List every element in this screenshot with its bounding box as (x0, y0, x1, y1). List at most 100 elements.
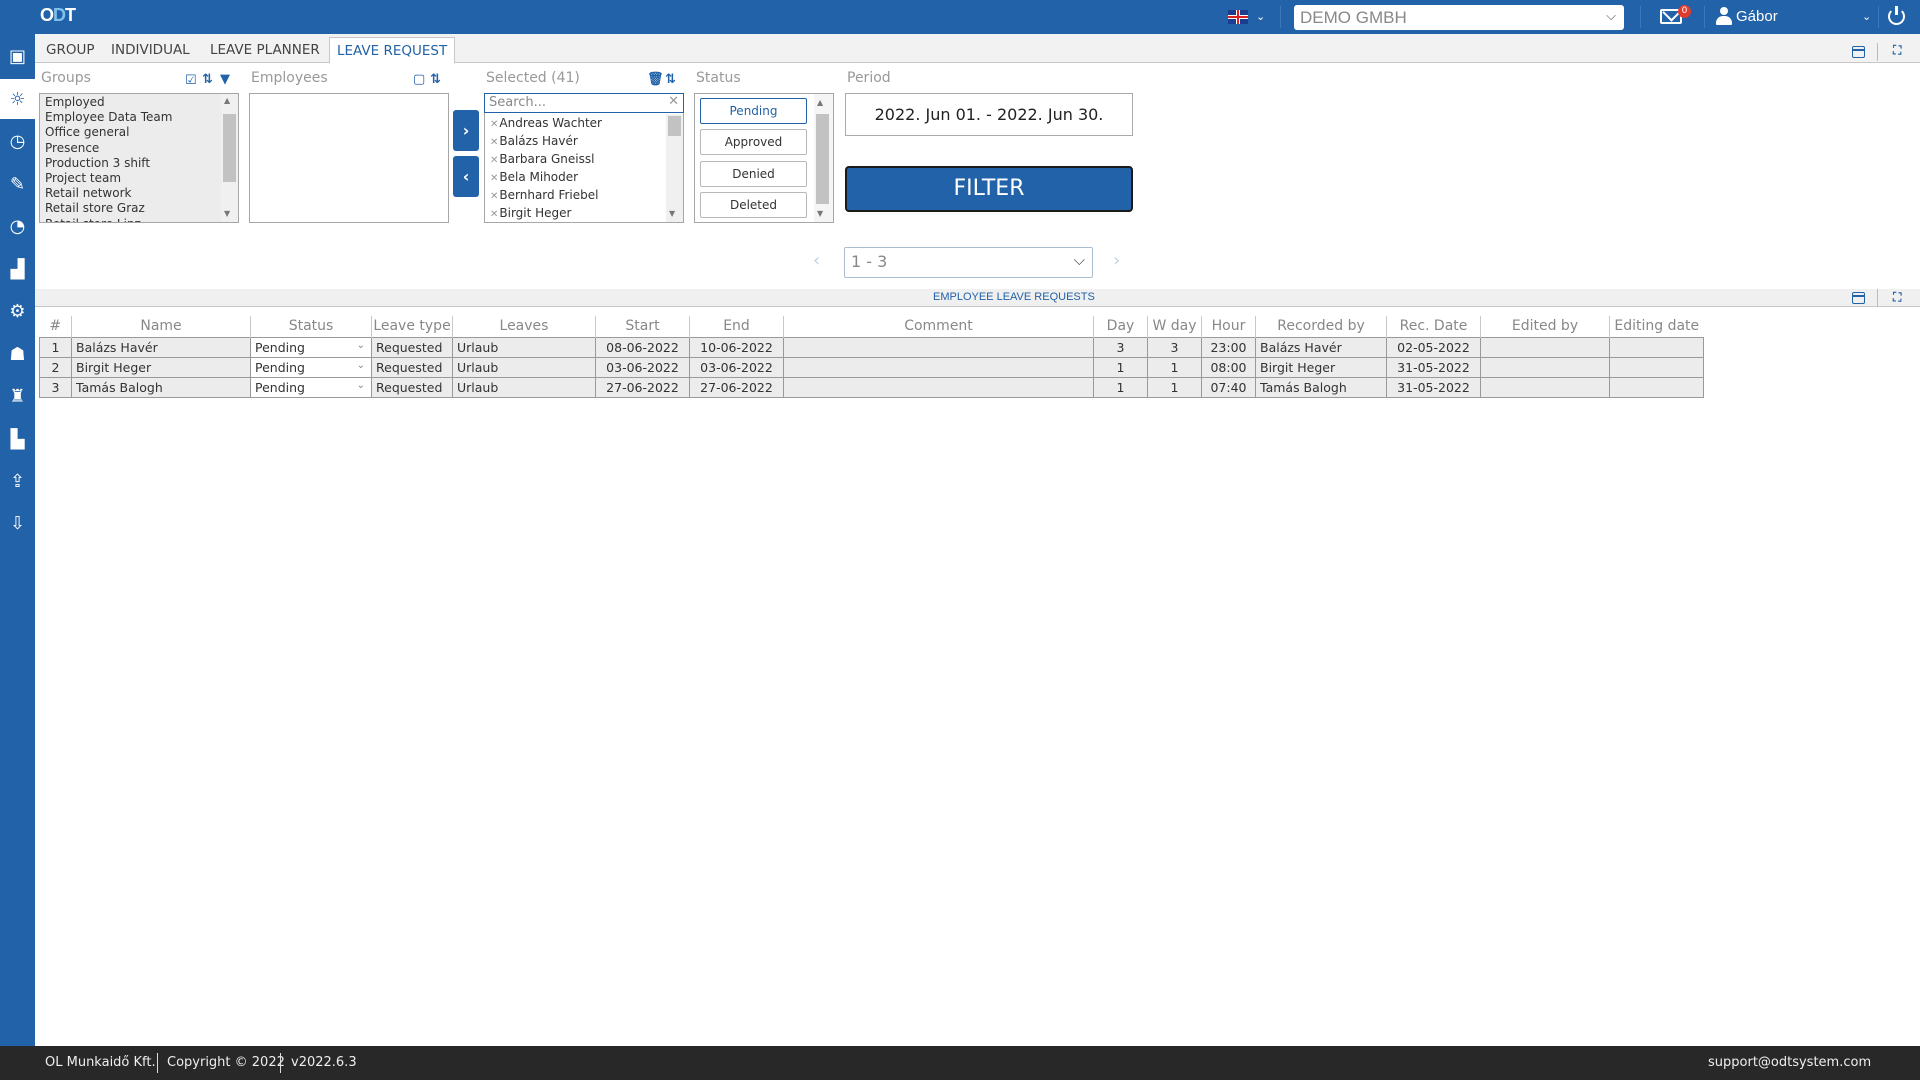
sidebar-item-tools[interactable]: ✎ (0, 164, 35, 204)
remove-icon[interactable]: ✕ (490, 173, 498, 184)
scrollbar[interactable]: ▲ ▼ (221, 94, 238, 222)
scrollbar[interactable]: ▼ (666, 114, 683, 222)
trash-icon[interactable]: 🗑 (647, 72, 664, 87)
check-all-icon[interactable]: ☑ (185, 73, 197, 88)
group-list-item[interactable]: Office general (40, 125, 238, 140)
sort-icon[interactable]: ⇅ (665, 72, 676, 87)
column-header-hour[interactable]: Hour (1201, 316, 1256, 337)
pager-prev-icon[interactable]: ‹ (813, 250, 820, 271)
checkbox-icon[interactable]: ▢ (413, 72, 425, 87)
pager-select[interactable]: 1 - 3 ⌵ (844, 247, 1093, 278)
table-row[interactable]: 2 Birgit Heger Pending ⌄ Requested Urlaub 03-0… (39, 356, 1704, 378)
group-list-item[interactable]: Production 3 shift (40, 156, 238, 171)
column-header-recorded-by[interactable]: Recorded by (1255, 316, 1387, 337)
remove-icon[interactable]: ✕ (490, 209, 498, 220)
group-list-item[interactable]: Retail store Linz (40, 217, 238, 223)
column-header-end[interactable]: End (689, 316, 784, 337)
sidebar-item-clock[interactable]: ◷ (0, 121, 35, 161)
sidebar-item-graduate[interactable]: ♜ (0, 376, 35, 416)
cell-status[interactable]: Pending ⌄ (250, 376, 372, 398)
sidebar-item-upload-tray[interactable]: ⇪ (0, 461, 35, 501)
tab-individual[interactable]: INDIVIDUAL (104, 37, 197, 63)
sidebar-item-users[interactable]: ☗ (0, 334, 35, 374)
column-header-status[interactable]: Status (250, 316, 372, 337)
support-email-link[interactable]: support@odtsystem.com (1708, 1055, 1871, 1070)
column-header-start[interactable]: Start (595, 316, 690, 337)
remove-icon[interactable]: ✕ (490, 119, 498, 130)
sidebar-item-settings[interactable]: ⚙ (0, 291, 35, 331)
clear-search-icon[interactable]: ✕ (668, 94, 679, 109)
scroll-up-icon[interactable]: ▲ (224, 96, 230, 105)
selected-list-item[interactable]: ✕Barbara Gneissl (485, 150, 683, 168)
sidebar-item-sun[interactable]: ☼ (0, 79, 35, 119)
column-header-rec-date[interactable]: Rec. Date (1386, 316, 1481, 337)
group-list-item[interactable]: Presence (40, 141, 238, 156)
sort-icon[interactable]: ⇅ (202, 72, 213, 87)
column-header-w-day[interactable]: W day (1147, 316, 1202, 337)
status-pending-button[interactable]: Pending (700, 98, 807, 124)
scroll-down-icon[interactable]: ▼ (817, 209, 823, 218)
remove-icon[interactable]: ✕ (490, 155, 498, 166)
column-header-leaves[interactable]: Leaves (452, 316, 596, 337)
sort-icon[interactable]: ⇅ (430, 72, 441, 87)
selected-list-item[interactable]: ✕Andreas Wachter (485, 114, 683, 132)
groups-list[interactable]: Employed Employee Data Team Office general… (39, 93, 239, 223)
table-row[interactable]: 3 Tamás Balogh Pending ⌄ Requested Urlaub 27-0… (39, 376, 1704, 398)
selected-list-item[interactable]: ✕Birgit Heger (485, 204, 683, 222)
user-icon[interactable] (1716, 7, 1732, 25)
status-approved-button[interactable]: Approved (700, 129, 807, 155)
column-header-editing-date[interactable]: Editing date (1609, 316, 1704, 337)
sidebar-item-factory[interactable]: ▙ (0, 419, 35, 459)
sidebar-item-download-tray[interactable]: ⇩ (0, 503, 35, 543)
add-selected-button[interactable]: › (453, 110, 479, 151)
sidebar-item-chart[interactable]: ▟ (0, 249, 35, 289)
period-input[interactable]: 2022. Jun 01. - 2022. Jun 30. (845, 93, 1133, 136)
cell-status[interactable]: Pending ⌄ (250, 336, 372, 358)
column-header-comment[interactable]: Comment (783, 316, 1094, 337)
uk-flag-icon[interactable] (1228, 10, 1248, 24)
restore-panel-icon[interactable] (1852, 292, 1865, 304)
selected-list-item[interactable]: ✕Balázs Havér (485, 132, 683, 150)
scroll-up-icon[interactable]: ▲ (817, 98, 823, 107)
restore-panel-icon[interactable] (1852, 46, 1865, 58)
column-header-edited-by[interactable]: Edited by (1480, 316, 1610, 337)
group-list-item[interactable]: Employed (40, 95, 238, 110)
scroll-thumb[interactable] (223, 114, 236, 182)
user-chevron-down-icon[interactable]: ⌄ (1862, 10, 1871, 23)
employees-list[interactable] (249, 93, 449, 223)
fullscreen-icon[interactable]: ⛶ (1893, 43, 1901, 58)
group-list-item[interactable]: Retail network (40, 186, 238, 201)
tab-group[interactable]: GROUP (39, 37, 102, 63)
column-header-index[interactable]: # (40, 316, 72, 337)
column-header-name[interactable]: Name (71, 316, 251, 337)
remove-icon[interactable]: ✕ (490, 191, 498, 202)
language-chevron-down-icon[interactable]: ⌄ (1256, 10, 1265, 23)
scroll-down-icon[interactable]: ▼ (224, 209, 230, 218)
scroll-thumb[interactable] (668, 116, 681, 136)
company-select[interactable]: DEMO GMBH ⌵ (1294, 5, 1624, 30)
tab-leave-planner[interactable]: LEAVE PLANNER (203, 37, 327, 63)
group-list-item[interactable]: Retail store Graz (40, 201, 238, 216)
fullscreen-icon[interactable]: ⛶ (1893, 290, 1901, 305)
column-header-leave-type[interactable]: Leave type (371, 316, 453, 337)
cell-status[interactable]: Pending ⌄ (250, 356, 372, 378)
odt-logo[interactable]: ODT (40, 5, 76, 26)
selected-list-item[interactable]: ✕Bernhard Friebel (485, 186, 683, 204)
scroll-thumb[interactable] (816, 114, 829, 204)
pager-next-icon[interactable]: › (1113, 250, 1120, 271)
selected-search-input[interactable]: Search... ✕ (484, 93, 684, 113)
remove-icon[interactable]: ✕ (490, 137, 498, 148)
sidebar-item-satellite[interactable]: ◔ (0, 206, 35, 246)
tab-leave-request[interactable]: LEAVE REQUEST (329, 37, 456, 64)
power-icon[interactable] (1888, 6, 1905, 25)
table-row[interactable]: 1 Balázs Havér Pending ⌄ Requested Urlaub 08-0… (39, 336, 1704, 358)
selected-list-item[interactable]: ✕Bela Mihoder (485, 168, 683, 186)
remove-selected-button[interactable]: ‹ (453, 156, 479, 197)
status-denied-button[interactable]: Denied (700, 161, 807, 187)
group-list-item[interactable]: Project team (40, 171, 238, 186)
group-list-item[interactable]: Employee Data Team (40, 110, 238, 125)
status-deleted-button[interactable]: Deleted (700, 192, 807, 218)
filter-icon[interactable]: ▼ (220, 72, 230, 87)
scrollbar[interactable]: ▲ ▼ (814, 94, 833, 222)
scroll-down-icon[interactable]: ▼ (669, 209, 675, 218)
